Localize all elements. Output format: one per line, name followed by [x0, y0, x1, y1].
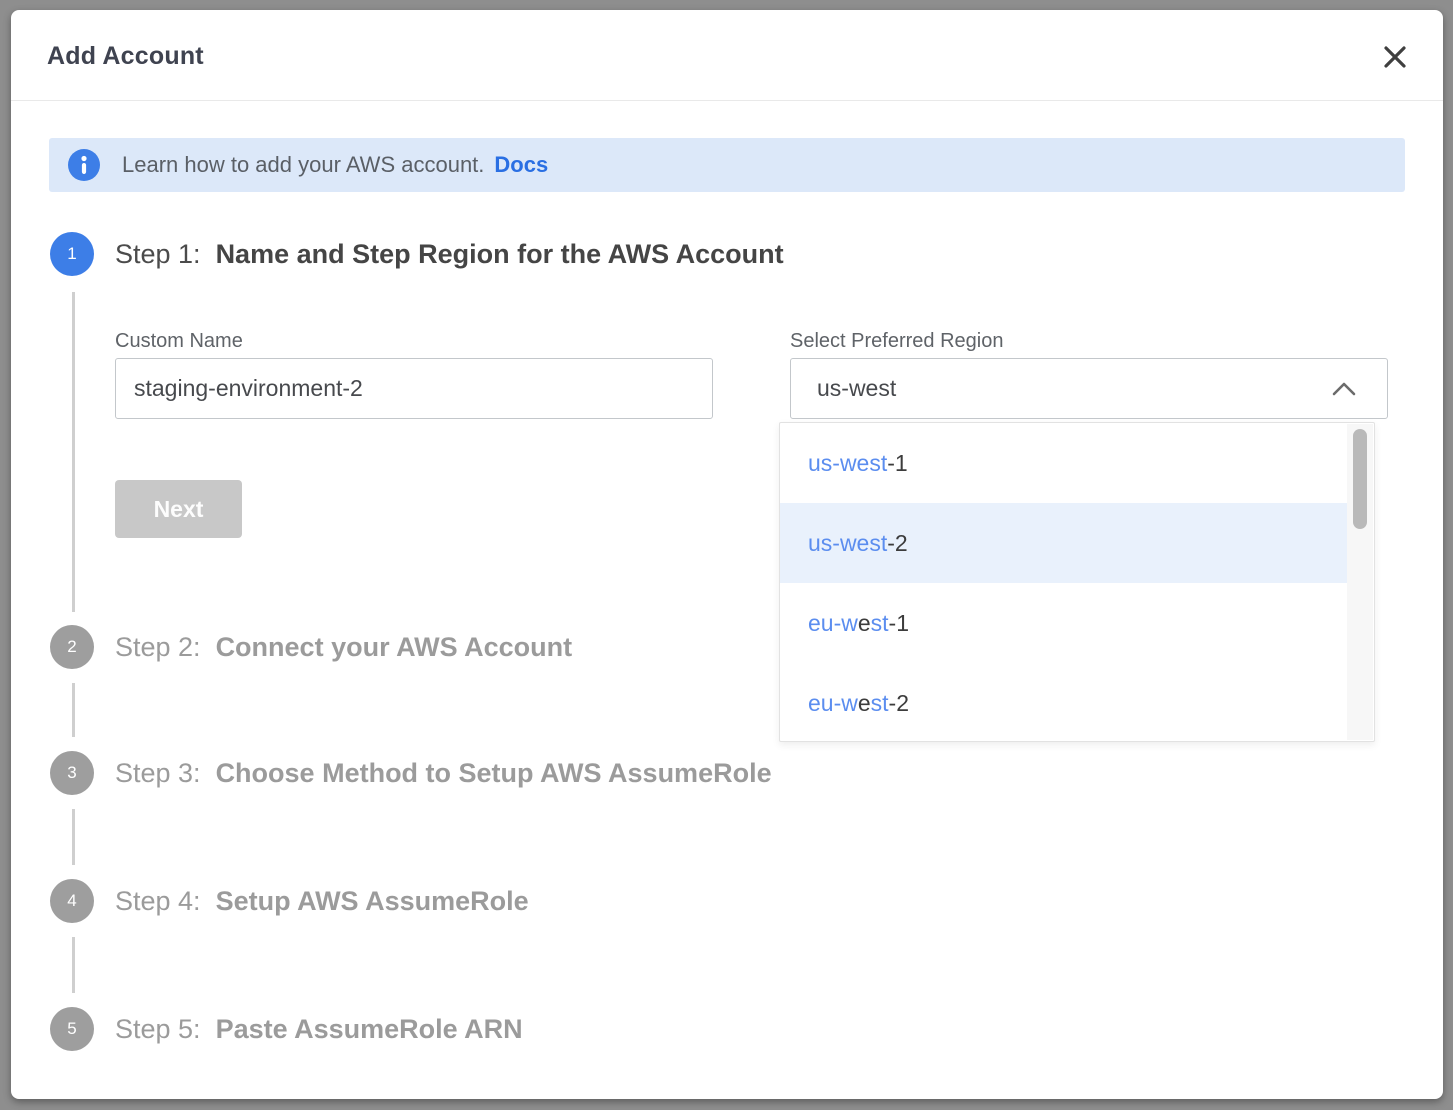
option-text: -1: [887, 450, 907, 477]
region-option-eu-west-1[interactable]: eu-west-1: [780, 583, 1347, 663]
page-title: Add Account: [47, 42, 204, 71]
banner-text: Learn how to add your AWS account.: [122, 152, 484, 178]
option-text: -2: [887, 530, 907, 557]
step-1-heading: Step 1: Name and Step Region for the AWS…: [115, 232, 784, 276]
option-text: -2: [889, 690, 909, 717]
step-3-number: 3: [67, 763, 76, 783]
dropdown-scrollbar-track[interactable]: [1347, 424, 1373, 740]
option-text-match: us-west: [808, 530, 887, 557]
step-3-heading: Step 3: Choose Method to Setup AWS Assum…: [115, 751, 772, 795]
region-option-eu-west-2[interactable]: eu-west-2: [780, 663, 1347, 743]
info-icon: [68, 149, 100, 181]
step-3-prefix: Step 3:: [115, 758, 201, 789]
custom-name-label: Custom Name: [115, 330, 243, 353]
option-text: e: [858, 610, 871, 637]
step-4-title: Setup AWS AssumeRole: [216, 886, 529, 917]
step-1-title: Name and Step Region for the AWS Account: [216, 239, 784, 270]
next-button[interactable]: Next: [115, 480, 242, 538]
custom-name-input[interactable]: [115, 358, 713, 419]
region-dropdown: us-west-1 us-west-2 eu-west-1 eu-west-2: [779, 422, 1375, 742]
step-2-number: 2: [67, 637, 76, 657]
step-connector-3: [72, 809, 75, 865]
option-text: e: [858, 690, 871, 717]
region-select-input[interactable]: [815, 374, 1331, 403]
header-divider: [11, 100, 1443, 101]
docs-link[interactable]: Docs: [494, 152, 548, 178]
option-text-match: eu-w: [808, 690, 858, 717]
step-4-number: 4: [67, 891, 76, 911]
region-option-us-west-1[interactable]: us-west-1: [780, 423, 1347, 503]
close-button[interactable]: [1375, 38, 1415, 78]
step-4-prefix: Step 4:: [115, 886, 201, 917]
region-select[interactable]: [790, 358, 1388, 419]
step-4-heading: Step 4: Setup AWS AssumeRole: [115, 879, 529, 923]
step-2-circle: 2: [50, 625, 94, 669]
chevron-up-icon[interactable]: [1331, 380, 1357, 398]
option-text-match: us-west: [808, 450, 887, 477]
step-1-circle: 1: [50, 232, 94, 276]
step-5-prefix: Step 5:: [115, 1014, 201, 1045]
option-text-match: st: [871, 610, 889, 637]
info-banner: Learn how to add your AWS account. Docs: [49, 138, 1405, 192]
step-5-title: Paste AssumeRole ARN: [216, 1014, 523, 1045]
step-5-heading: Step 5: Paste AssumeRole ARN: [115, 1007, 523, 1051]
step-5-circle: 5: [50, 1007, 94, 1051]
region-option-us-west-2[interactable]: us-west-2: [780, 503, 1347, 583]
step-1-number: 1: [67, 244, 76, 264]
add-account-modal: Add Account Learn how to add your AWS ac…: [11, 10, 1443, 1099]
step-2-heading: Step 2: Connect your AWS Account: [115, 625, 572, 669]
option-text: -1: [889, 610, 909, 637]
option-text-match: st: [871, 690, 889, 717]
close-icon: [1382, 44, 1408, 73]
region-label: Select Preferred Region: [790, 330, 1003, 353]
step-connector-4: [72, 937, 75, 993]
step-3-title: Choose Method to Setup AWS AssumeRole: [216, 758, 772, 789]
screen-background: Add Account Learn how to add your AWS ac…: [0, 0, 1453, 1110]
step-2-prefix: Step 2:: [115, 632, 201, 663]
step-3-circle: 3: [50, 751, 94, 795]
step-connector-1: [72, 292, 75, 612]
step-2-title: Connect your AWS Account: [216, 632, 573, 663]
step-1-prefix: Step 1:: [115, 239, 201, 270]
step-5-number: 5: [67, 1019, 76, 1039]
option-text-match: eu-w: [808, 610, 858, 637]
dropdown-scrollbar-thumb[interactable]: [1353, 429, 1367, 529]
step-4-circle: 4: [50, 879, 94, 923]
step-connector-2: [72, 683, 75, 737]
